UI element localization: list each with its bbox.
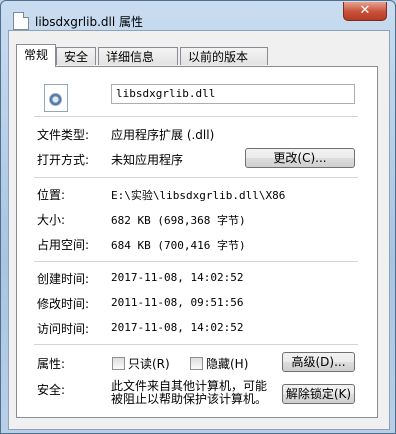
security-warning-text: 此文件来自其他计算机，可能 被阻止以帮助保护该计算机。 — [111, 380, 267, 406]
divider — [34, 116, 358, 118]
file-icon — [13, 12, 29, 30]
size-value: 682 KB (698,368 字节) — [111, 214, 246, 227]
divider — [34, 177, 358, 179]
dll-file-icon — [44, 84, 68, 112]
divider — [34, 344, 358, 346]
divider — [34, 261, 358, 263]
location-label: 位置: — [37, 188, 66, 202]
advanced-button[interactable]: 高级(D)... — [282, 352, 355, 372]
filename-field[interactable]: libsdxgrlib.dll — [111, 84, 355, 104]
security-warning-line-2: 被阻止以帮助保护该计算机。 — [111, 392, 268, 406]
readonly-label[interactable]: 只读(R) — [128, 355, 170, 372]
open-with-label: 打开方式: — [37, 153, 90, 167]
readonly-checkbox[interactable] — [112, 357, 125, 370]
modified-label: 修改时间: — [37, 297, 90, 311]
hidden-checkbox[interactable] — [190, 357, 203, 370]
unblock-button[interactable]: 解除锁定(K) — [282, 384, 355, 404]
accessed-value: 2017-11-08, 14:02:52 — [111, 321, 244, 334]
close-button[interactable]: ✕ — [343, 2, 387, 21]
disk-size-value: 684 KB (700,416 字节) — [111, 239, 246, 252]
accessed-label: 访问时间: — [37, 322, 90, 336]
hidden-label[interactable]: 隐藏(H) — [206, 355, 248, 372]
file-type-label: 文件类型: — [37, 128, 90, 142]
size-label: 大小: — [37, 213, 66, 227]
created-label: 创建时间: — [37, 272, 90, 286]
attributes-label: 属性: — [37, 357, 66, 371]
open-with-value: 未知应用程序 — [111, 153, 184, 167]
tab-security[interactable]: 安全 — [56, 47, 96, 65]
created-value: 2017-11-08, 14:02:52 — [111, 271, 244, 284]
tab-details[interactable]: 详细信息 — [98, 47, 178, 65]
disk-size-label: 占用空间: — [37, 238, 90, 252]
window-title: libsdxgrlib.dll 属性 — [35, 15, 144, 29]
change-button[interactable]: 更改(C)... — [245, 148, 355, 168]
modified-value: 2011-11-08, 09:51:56 — [111, 296, 244, 309]
tab-general[interactable]: 常规 — [16, 44, 56, 67]
tab-previous-versions[interactable]: 以前的版本 — [180, 47, 268, 65]
file-type-value: 应用程序扩展 (.dll) — [111, 128, 215, 142]
location-value: E:\实验\libsdxgrlib.dll\X86 — [111, 189, 286, 202]
security-label: 安全: — [37, 383, 66, 397]
